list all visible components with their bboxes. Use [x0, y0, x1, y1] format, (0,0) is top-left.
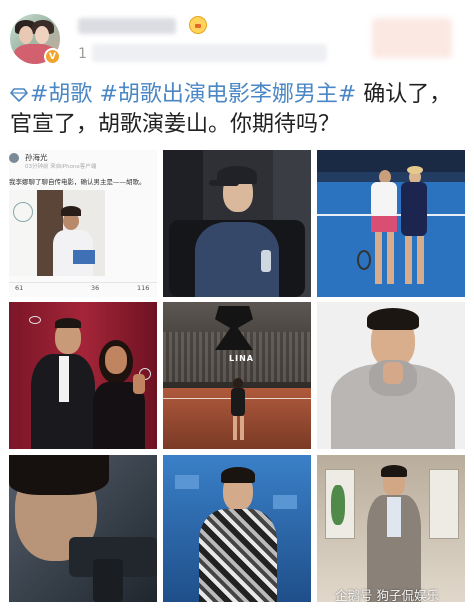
repost-count: 61 [15, 284, 24, 292]
screenshot-time: 03分钟前 来自iPhone客户端 [25, 164, 97, 170]
verified-badge-icon: V [44, 48, 61, 65]
image-tennis-players[interactable] [317, 150, 465, 297]
avatar [9, 153, 19, 163]
post-meta: 1 [78, 46, 87, 62]
comment-count: 36 [91, 284, 100, 292]
post-header: V 1 [0, 0, 474, 74]
image-movie-poster[interactable]: LINA [163, 302, 311, 449]
image-suit[interactable]: 企鹅号 狗子侃娱乐 [317, 455, 465, 602]
level-badge-icon [189, 16, 207, 34]
like-count: 116 [137, 284, 150, 292]
screenshot-text: 我李娜聊了聊自传电影，确认男主是——胡歌。 [9, 178, 146, 186]
image-event-couple[interactable] [9, 302, 157, 449]
image-white-sweater[interactable] [317, 302, 465, 449]
poster-title: LINA [229, 354, 254, 363]
post-meta-redacted [92, 44, 327, 62]
image-hu-ge-cap[interactable] [163, 150, 311, 297]
hashtag-link[interactable]: #胡歌出演电影李娜男主# [99, 82, 356, 107]
post-text: #胡歌 #胡歌出演电影李娜男主# 确认了，官宣了，胡歌演姜山。你期待吗？ [10, 80, 468, 140]
watermark: 企鹅号 狗子侃娱乐 [335, 588, 439, 602]
username-redacted[interactable] [78, 18, 176, 34]
screenshot-photo [9, 190, 105, 276]
image-grid: 孙海光 03分钟前 来自iPhone客户端 我李娜聊了聊自传电影，确认男主是——… [9, 150, 465, 606]
image-patterned-shirt[interactable] [163, 455, 311, 602]
diamond-icon [10, 88, 28, 102]
image-weibo-screenshot[interactable]: 孙海光 03分钟前 来自iPhone客户端 我李娜聊了聊自传电影，确认男主是——… [9, 150, 157, 297]
image-closeup-gun[interactable] [9, 455, 157, 602]
hashtag-link[interactable]: #胡歌 [30, 82, 92, 107]
follow-button-redacted[interactable] [372, 18, 452, 58]
